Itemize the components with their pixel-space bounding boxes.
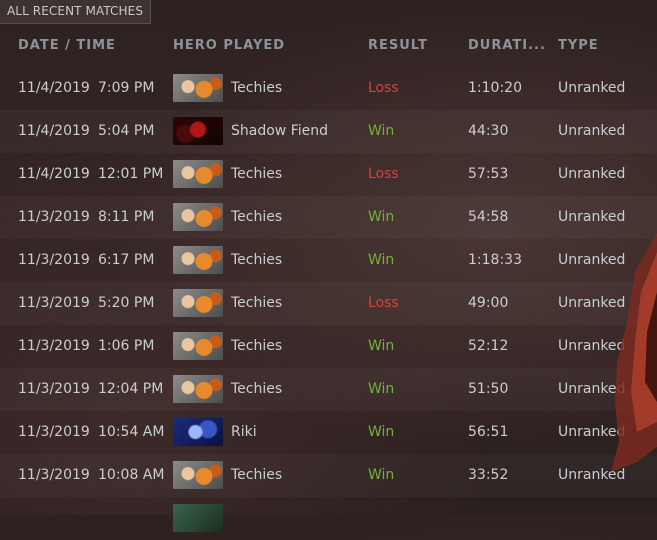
- match-type: Unranked: [558, 166, 626, 182]
- match-date: 11/3/2019: [18, 424, 90, 440]
- match-time: 12:04 PM: [98, 381, 164, 397]
- match-duration: 57:53: [468, 166, 509, 182]
- match-date: 11/3/2019: [18, 252, 90, 268]
- match-time: 5:20 PM: [98, 295, 155, 311]
- hero-portrait-icon: [173, 117, 223, 145]
- match-list: 11/4/2019 7:09 PM Techies Loss 1:10:20 U…: [0, 67, 657, 540]
- match-date: 11/3/2019: [18, 381, 90, 397]
- match-time: 7:09 PM: [98, 80, 155, 96]
- hero-name: Riki: [231, 424, 257, 440]
- hero-portrait-icon: [173, 332, 223, 360]
- match-date: 11/3/2019: [18, 209, 90, 225]
- match-type: Unranked: [558, 424, 626, 440]
- hero-portrait-icon: [173, 203, 223, 231]
- match-type: Unranked: [558, 123, 626, 139]
- table-row[interactable]: 11/3/2019 8:11 PM Techies Win 54:58 Unra…: [0, 196, 657, 239]
- column-header-type[interactable]: TYPE: [558, 38, 599, 53]
- match-time: 12:01 PM: [98, 166, 164, 182]
- hero-name: Techies: [231, 381, 283, 397]
- table-row[interactable]: 11/3/2019 5:20 PM Techies Loss 49:00 Unr…: [0, 282, 657, 325]
- match-duration: 1:10:20: [468, 80, 522, 96]
- column-header-hero[interactable]: HERO PLAYED: [173, 38, 285, 53]
- match-date: 11/3/2019: [18, 467, 90, 483]
- match-type: Unranked: [558, 295, 626, 311]
- table-header: DATE / TIME HERO PLAYED RESULT DURATI...…: [0, 36, 657, 58]
- column-header-date-time[interactable]: DATE / TIME: [18, 38, 116, 53]
- hero-name: Techies: [231, 209, 283, 225]
- match-time: 6:17 PM: [98, 252, 155, 268]
- match-type: Unranked: [558, 338, 626, 354]
- table-row[interactable]: 11/4/2019 7:09 PM Techies Loss 1:10:20 U…: [0, 67, 657, 110]
- hero-portrait-icon: [173, 246, 223, 274]
- match-date: 11/4/2019: [18, 123, 90, 139]
- match-time: 8:11 PM: [98, 209, 155, 225]
- hero-portrait-icon: [173, 74, 223, 102]
- match-result: Loss: [368, 80, 399, 96]
- match-duration: 52:12: [468, 338, 509, 354]
- match-duration: 1:18:33: [468, 252, 522, 268]
- match-result: Win: [368, 252, 395, 268]
- hero-portrait-icon: [173, 289, 223, 317]
- match-date: 11/3/2019: [18, 338, 90, 354]
- table-row[interactable]: 11/3/2019 10:54 AM Riki Win 56:51 Unrank…: [0, 411, 657, 454]
- match-date: 11/4/2019: [18, 80, 90, 96]
- hero-portrait-icon: [173, 504, 223, 532]
- match-type: Unranked: [558, 80, 626, 96]
- match-result: Win: [368, 467, 395, 483]
- match-date: 11/3/2019: [18, 295, 90, 311]
- match-duration: 51:50: [468, 381, 509, 397]
- match-result: Win: [368, 424, 395, 440]
- hero-portrait-icon: [173, 418, 223, 446]
- table-row[interactable]: 11/3/2019 1:06 PM Techies Win 52:12 Unra…: [0, 325, 657, 368]
- match-duration: 49:00: [468, 295, 509, 311]
- hero-name: Techies: [231, 166, 283, 182]
- table-row[interactable]: 11/4/2019 12:01 PM Techies Loss 57:53 Un…: [0, 153, 657, 196]
- hero-name: Shadow Fiend: [231, 123, 328, 139]
- hero-portrait-icon: [173, 461, 223, 489]
- match-time: 1:06 PM: [98, 338, 155, 354]
- table-row[interactable]: 11/3/2019 10:08 AM Techies Win 33:52 Unr…: [0, 454, 657, 497]
- match-duration: 33:52: [468, 467, 509, 483]
- column-header-result[interactable]: RESULT: [368, 38, 428, 53]
- match-time: 10:54 AM: [98, 424, 165, 440]
- hero-name: Techies: [231, 338, 283, 354]
- hero-portrait-icon: [173, 160, 223, 188]
- match-result: Win: [368, 338, 395, 354]
- match-type: Unranked: [558, 467, 626, 483]
- hero-name: Techies: [231, 252, 283, 268]
- hero-name: Techies: [231, 295, 283, 311]
- match-result: Win: [368, 209, 395, 225]
- hero-name: Techies: [231, 467, 283, 483]
- match-type: Unranked: [558, 209, 626, 225]
- match-time: 5:04 PM: [98, 123, 155, 139]
- match-type: Unranked: [558, 381, 626, 397]
- match-time: 10:08 AM: [98, 467, 165, 483]
- table-row[interactable]: 11/3/2019 6:17 PM Techies Win 1:18:33 Un…: [0, 239, 657, 282]
- match-result: Loss: [368, 295, 399, 311]
- table-row[interactable]: 11/4/2019 5:04 PM Shadow Fiend Win 44:30…: [0, 110, 657, 153]
- column-header-duration[interactable]: DURATI...: [468, 38, 546, 53]
- match-type: Unranked: [558, 252, 626, 268]
- match-result: Win: [368, 381, 395, 397]
- hero-name: Techies: [231, 80, 283, 96]
- match-duration: 44:30: [468, 123, 509, 139]
- match-date: 11/4/2019: [18, 166, 90, 182]
- hero-portrait-icon: [173, 375, 223, 403]
- table-row[interactable]: [0, 497, 657, 540]
- match-result: Loss: [368, 166, 399, 182]
- panel-title: ALL RECENT MATCHES: [0, 0, 152, 24]
- table-row[interactable]: 11/3/2019 12:04 PM Techies Win 51:50 Unr…: [0, 368, 657, 411]
- match-duration: 54:58: [468, 209, 509, 225]
- match-result: Win: [368, 123, 395, 139]
- match-duration: 56:51: [468, 424, 509, 440]
